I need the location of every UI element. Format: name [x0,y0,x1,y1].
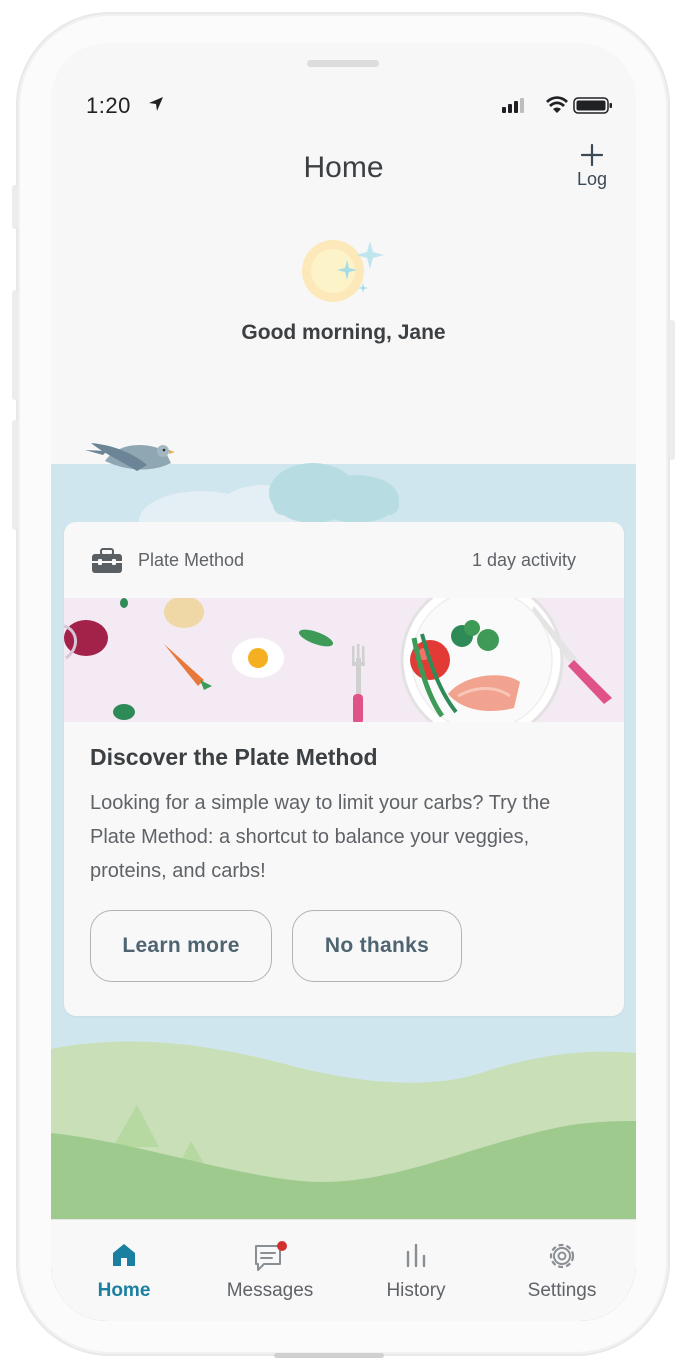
tab-messages[interactable]: Messages [197,1220,343,1321]
side-button [12,185,18,229]
status-time: 1:20 [86,93,131,118]
tab-history-label: History [386,1280,446,1301]
status-icons [502,95,612,120]
log-button[interactable]: Log [568,143,616,190]
location-arrow-icon [149,97,163,111]
greeting-text: Good morning, Jane [241,321,446,344]
power-button [669,320,675,460]
plus-icon [580,143,604,167]
signal-icon [502,98,524,113]
speaker-notch [307,60,379,67]
plate-method-illustration [64,598,624,722]
card-header: Plate Method 1 day activity [64,522,624,598]
wifi-icon [546,96,568,113]
log-label: Log [576,169,608,189]
tab-home-label: Home [97,1280,151,1301]
tab-settings-label: Settings [527,1280,597,1301]
bottom-tab-bar: Home Messages History Settings [51,1219,636,1321]
history-icon [406,1243,426,1268]
settings-icon [549,1243,575,1269]
plate-method-card: Plate Method 1 day activity Discover the… [64,522,624,1016]
toolkit-icon [92,548,122,573]
volume-up-button [12,290,18,400]
tab-history[interactable]: History [343,1220,489,1321]
unread-badge [277,1241,287,1251]
battery-icon [573,97,612,114]
tab-home[interactable]: Home [51,1220,197,1321]
messages-icon [255,1241,287,1271]
home-indicator [274,1353,384,1358]
card-category: Plate Method [138,550,245,570]
page-title: Home [303,151,384,184]
card-description: Looking for a simple way to limit your c… [90,792,551,882]
tab-settings[interactable]: Settings [489,1220,635,1321]
learn-more-button[interactable]: Learn more [90,910,272,982]
tab-messages-label: Messages [226,1280,314,1301]
fork-illustration [352,644,365,722]
phone-screen: 1:20 Home Log Good morning, Jane Plate M… [51,43,636,1321]
home-icon [113,1244,135,1266]
card-title: Discover the Plate Method [90,744,378,770]
morning-sun-illustration [302,240,384,302]
no-thanks-button[interactable]: No thanks [292,910,462,982]
volume-down-button [12,420,18,530]
card-activity-duration: 1 day activity [471,550,576,570]
